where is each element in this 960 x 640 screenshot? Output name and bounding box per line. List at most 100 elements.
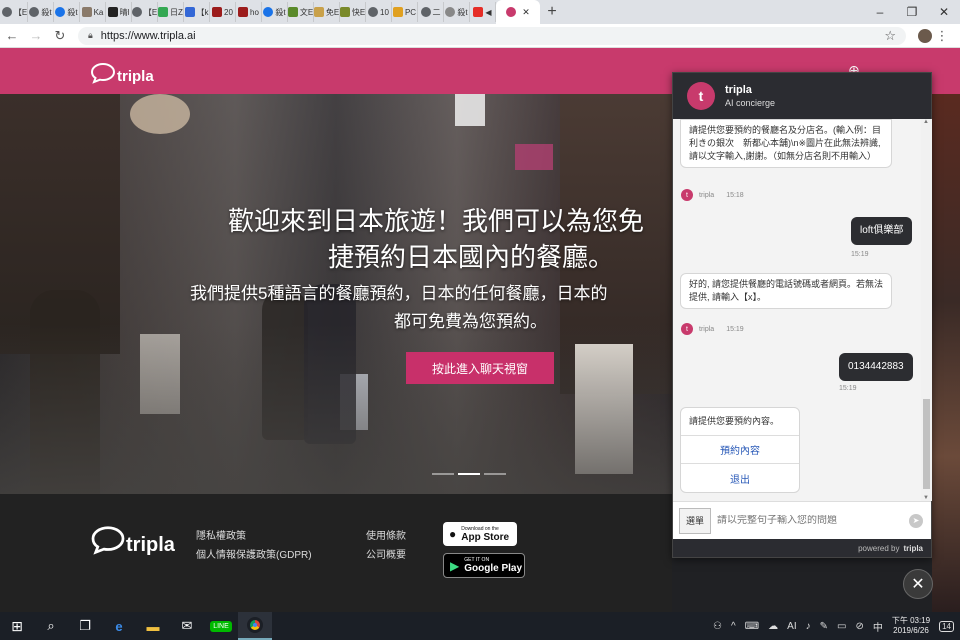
powered-by-text: powered by [858, 543, 900, 553]
clock-time: 下午 03:19 [891, 616, 931, 625]
send-icon[interactable]: ➤ [909, 513, 923, 528]
cloud-icon[interactable]: ☁ [768, 621, 778, 632]
volume-icon[interactable]: ♪ [806, 621, 811, 632]
speech-bubble-logo-icon [90, 62, 116, 84]
url-text[interactable]: https://www.tripla.ai [101, 30, 196, 42]
chat-input-bar: 選單 ➤ [673, 501, 931, 539]
tab-active-tripla[interactable]: ✕ [496, 0, 540, 24]
task-view-icon[interactable]: ❐ [68, 612, 102, 640]
new-tab-button[interactable]: + [540, 3, 564, 21]
ime-icon[interactable]: 中 [873, 619, 883, 634]
tripla-logo[interactable]: tripla [90, 60, 154, 85]
chat-menu-button[interactable]: 選單 [679, 507, 711, 534]
browser-tab[interactable]: 文E [288, 2, 314, 22]
terms-link[interactable]: 使用條款 [366, 527, 406, 542]
bookmark-star-icon[interactable]: ☆ [884, 28, 896, 44]
browser-tab[interactable]: ho [236, 2, 262, 22]
chrome-icon [368, 7, 379, 17]
browser-tab[interactable]: 快E [340, 2, 366, 22]
chat-scrollbar[interactable]: ▲ ▼ [921, 119, 932, 501]
browser-tab[interactable]: 殺t [28, 2, 54, 22]
tab-title: 【k [196, 7, 209, 17]
people-icon[interactable]: ⚇ [713, 621, 722, 632]
tab-title: ◀ [485, 7, 492, 17]
browser-tab[interactable]: 殺t [262, 2, 288, 22]
quick-reply-reservation-details[interactable]: 預約內容 [681, 436, 799, 464]
open-chat-button[interactable]: 按此進入聊天視窗 [406, 352, 554, 384]
tab-title: 殺t [457, 7, 468, 17]
browser-tab[interactable]: 晴l [106, 2, 132, 22]
tab-close-icon[interactable]: ✕ [522, 7, 530, 18]
scroll-thumb[interactable] [923, 399, 930, 489]
powered-brand[interactable]: tripla [903, 544, 923, 553]
lock-icon: 🔒︎ [88, 30, 93, 40]
sender-name: tripla [699, 191, 715, 199]
chat-bot-name: tripla [725, 84, 752, 96]
browser-tab[interactable]: PC [392, 2, 418, 22]
notification-badge[interactable]: 14 [939, 620, 954, 632]
browser-tab[interactable]: 【E [132, 2, 158, 22]
browser-tab-strip: 【E 殺t 殺t Ka 晴l 【E 日Z 【k 20 ho 殺t 文E 免E 快E 10 PC 二 殺t ◀ ✕ +… [0, 0, 960, 24]
browser-tab[interactable]: 日Z [158, 2, 184, 22]
browser-tab[interactable]: 殺t [444, 2, 470, 22]
scroll-up-arrow-icon[interactable]: ▲ [923, 119, 929, 125]
reload-icon[interactable]: ↻ [48, 28, 72, 44]
chrome-menu-icon[interactable]: ⋮ [932, 28, 952, 44]
chat-message-input[interactable] [717, 515, 903, 526]
mail-icon[interactable]: ✉ [170, 612, 204, 640]
privacy-policy-link[interactable]: 隱私權政策 [196, 527, 246, 542]
pen-icon[interactable]: ✎ [820, 621, 828, 632]
googleplay-big-text: Google Play [464, 563, 523, 574]
carousel-dot-active[interactable] [458, 473, 480, 475]
footer-logo[interactable]: tripla [90, 522, 175, 557]
tab-title: 二 [432, 7, 441, 17]
appstore-big-text: App Store [461, 531, 510, 543]
browser-tab[interactable]: Ka [80, 2, 106, 22]
forward-arrow-icon[interactable]: → [24, 28, 48, 43]
browser-tab[interactable]: ◀ [470, 2, 496, 22]
browser-tab[interactable]: 二 [418, 2, 444, 22]
chrome-icon [420, 7, 431, 17]
sender-name: tripla [699, 325, 715, 333]
line-icon[interactable]: LINE [204, 612, 238, 640]
quick-reply-exit[interactable]: 退出 [681, 464, 799, 492]
profile-avatar[interactable] [918, 28, 932, 43]
gdpr-policy-link[interactable]: 個人情報保護政策(GDPR) [196, 546, 312, 561]
maximize-button[interactable]: ❐ [896, 0, 928, 24]
url-field[interactable]: 🔒︎ https://www.tripla.ai ☆ [78, 26, 906, 45]
close-window-button[interactable]: ✕ [928, 0, 960, 24]
file-explorer-icon[interactable]: ▬ [136, 612, 170, 640]
browser-tab[interactable]: 【E [2, 2, 28, 22]
edge-icon[interactable]: e [102, 612, 136, 640]
company-link[interactable]: 公司概要 [366, 546, 406, 561]
browser-tab[interactable]: 20 [210, 2, 236, 22]
show-hidden-icons[interactable]: ^ [731, 621, 736, 632]
power-icon[interactable]: ⊘ [855, 621, 863, 632]
chrome-taskbar-icon[interactable] [238, 612, 272, 640]
hero-title: 歡迎來到日本旅遊！我們可以為您免 捷預約日本國內的餐廳。 [228, 204, 644, 276]
search-icon[interactable]: ⌕ [34, 612, 68, 640]
windows-start-icon[interactable]: ⊞ [0, 612, 34, 640]
browser-tab[interactable]: 【k [184, 2, 210, 22]
back-arrow-icon[interactable]: ← [0, 28, 24, 43]
clock[interactable]: 下午 03:19 2019/6/26 [892, 616, 930, 636]
carousel-dot[interactable] [484, 473, 506, 475]
tab-title: 【E [143, 7, 158, 17]
message-time: 15:18 [726, 191, 744, 199]
keyboard-icon[interactable]: ⌨ [745, 621, 759, 632]
user-message: 0134442883 [839, 353, 913, 381]
browser-tab[interactable]: 殺t [54, 2, 80, 22]
browser-tab[interactable]: 免E [314, 2, 340, 22]
ai-icon[interactable]: AI [787, 621, 796, 632]
site-footer: tripla 隱私權政策 個人情報保護政策(GDPR) 使用條款 公司概要 ● … [0, 494, 672, 612]
input-indicator-icon[interactable]: ▭ [837, 621, 846, 632]
google-play-badge[interactable]: ▶ GET IT ON Google Play [443, 553, 525, 578]
carousel-dot[interactable] [432, 473, 454, 475]
close-chat-icon[interactable]: ✕ [903, 569, 933, 599]
drive-icon [158, 7, 169, 17]
app-store-badge[interactable]: ● Download on the App Store [443, 522, 517, 546]
chat-messages[interactable]: 請提供您要預約的餐廳名及分店名。(輸入例：目利きの銀次 新都心本舗)\n※圖片在… [673, 119, 921, 501]
browser-tab[interactable]: 10 [366, 2, 392, 22]
minimize-button[interactable]: – [864, 0, 896, 24]
hero-title-line2: 捷預約日本國內的餐廳。 [328, 243, 615, 273]
